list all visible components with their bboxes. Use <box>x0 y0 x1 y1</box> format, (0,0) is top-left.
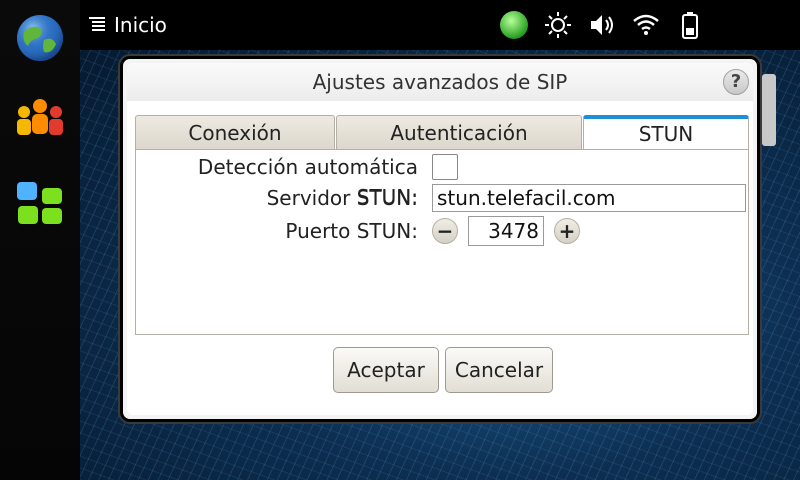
contacts-icon[interactable] <box>14 92 66 144</box>
launcher-strip <box>0 0 80 480</box>
menu-icon <box>88 13 106 37</box>
tab-conexion[interactable]: Conexión <box>135 115 335 149</box>
battery-icon[interactable] <box>674 9 706 41</box>
stun-port-input[interactable] <box>468 216 544 246</box>
volume-icon[interactable] <box>586 9 618 41</box>
stun-tab-panel: Detección automática STUN: Servidor STUN… <box>135 149 749 335</box>
auto-detect-label: Detección automática STUN: <box>197 155 418 209</box>
globe-icon[interactable] <box>14 12 66 64</box>
menu-title-button[interactable]: Inicio <box>88 8 167 42</box>
cancel-button[interactable]: Cancelar <box>445 347 553 393</box>
server-label: Servidor STUN: <box>266 186 418 210</box>
port-label: Puerto STUN: <box>285 219 418 243</box>
port-increment-button[interactable]: + <box>554 218 580 244</box>
presence-icon[interactable] <box>498 9 530 41</box>
tab-stun[interactable]: STUN <box>583 115 749 149</box>
brightness-icon[interactable] <box>542 9 574 41</box>
scroll-indicator[interactable] <box>762 74 776 146</box>
menu-title-label: Inicio <box>114 13 167 37</box>
sip-settings-dialog: Ajustes avanzados de SIP ? Conexión Aute… <box>120 56 760 422</box>
dialog-body: Ajustes avanzados de SIP ? Conexión Aute… <box>127 63 753 415</box>
port-decrement-button[interactable]: − <box>432 218 458 244</box>
apps-grid-icon[interactable] <box>14 178 66 230</box>
dialog-title: Ajustes avanzados de SIP <box>127 63 753 101</box>
auto-detect-checkbox[interactable] <box>432 154 458 180</box>
help-button[interactable]: ? <box>723 69 749 95</box>
stun-server-input[interactable] <box>432 184 746 212</box>
accept-button[interactable]: Aceptar <box>333 347 439 393</box>
wifi-icon[interactable] <box>630 9 662 41</box>
tab-autenticacion[interactable]: Autenticación <box>336 115 582 149</box>
status-area[interactable] <box>498 8 706 42</box>
tab-bar: Conexión Autenticación STUN <box>135 115 749 149</box>
